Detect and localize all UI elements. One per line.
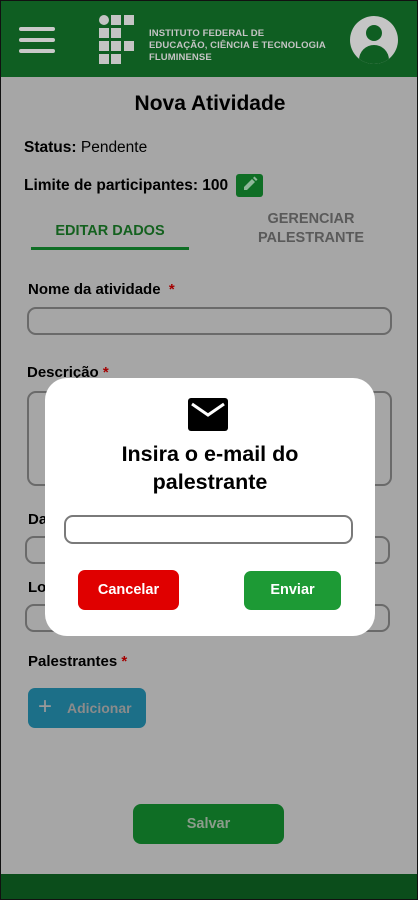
hamburger-icon[interactable]	[19, 27, 55, 53]
top-bar: INSTITUTO FEDERAL DE EDUCAÇÃO, CIÊNCIA E…	[1, 1, 417, 77]
required-mark: *	[168, 281, 175, 298]
dialog-title-line-1: Insira o e-mail do	[121, 442, 299, 466]
envelope-icon	[188, 398, 228, 431]
speaker-email-input[interactable]	[64, 515, 353, 544]
user-avatar-icon[interactable]	[350, 16, 398, 64]
tab-manage-speaker[interactable]: GERENCIAR PALESTRANTE	[231, 210, 391, 248]
limit-value: 100	[202, 177, 229, 194]
tab-manage-speaker-line-2: PALESTRANTE	[257, 230, 365, 246]
dialog-title-line-2: palestrante	[152, 470, 268, 494]
tab-manage-speaker-line-1: GERENCIAR	[267, 211, 355, 227]
status-value: Pendente	[80, 139, 148, 156]
status-label: Status:	[24, 139, 77, 156]
save-button[interactable]: Salvar	[133, 804, 284, 844]
activity-name-text: Nome da atividade	[28, 281, 161, 298]
page-title: Nova Atividade	[134, 92, 286, 115]
add-speaker-label: Adicionar	[67, 700, 132, 716]
bottom-bar	[1, 874, 417, 899]
pencil-icon	[244, 176, 258, 190]
required-mark: *	[121, 653, 128, 670]
cancel-button[interactable]: Cancelar	[78, 570, 179, 610]
activity-name-label: Nome da atividade *	[28, 281, 175, 298]
add-speaker-button[interactable]: + Adicionar	[28, 688, 146, 728]
speaker-email-dialog: Insira o e-mail do palestrante Cancelar …	[45, 378, 375, 636]
limit-label: Limite de participantes:	[24, 177, 198, 194]
institution-name: INSTITUTO FEDERAL DE EDUCAÇÃO, CIÊNCIA E…	[149, 28, 334, 64]
active-tab-indicator	[31, 247, 189, 250]
speakers-text: Palestrantes	[28, 653, 118, 670]
send-button[interactable]: Enviar	[244, 571, 341, 610]
institution-line-2: EDUCAÇÃO, CIÊNCIA E TECNOLOGIA	[149, 40, 326, 51]
location-label: Lo	[28, 579, 47, 596]
institution-line-3: FLUMINENSE	[149, 52, 212, 63]
plus-icon: +	[38, 693, 53, 720]
participant-limit: Limite de participantes: 100	[24, 177, 228, 195]
tab-edit-data[interactable]: EDITAR DADOS	[31, 223, 189, 239]
institution-line-1: INSTITUTO FEDERAL DE	[149, 28, 265, 39]
edit-limit-button[interactable]	[236, 174, 263, 197]
activity-name-input[interactable]	[27, 307, 392, 335]
speakers-label: Palestrantes *	[28, 653, 127, 670]
app-frame: INSTITUTO FEDERAL DE EDUCAÇÃO, CIÊNCIA E…	[0, 0, 418, 900]
institution-logo	[99, 15, 134, 64]
status-row: Status: Pendente	[24, 139, 147, 157]
dialog-title: Insira o e-mail do palestrante	[45, 440, 375, 496]
